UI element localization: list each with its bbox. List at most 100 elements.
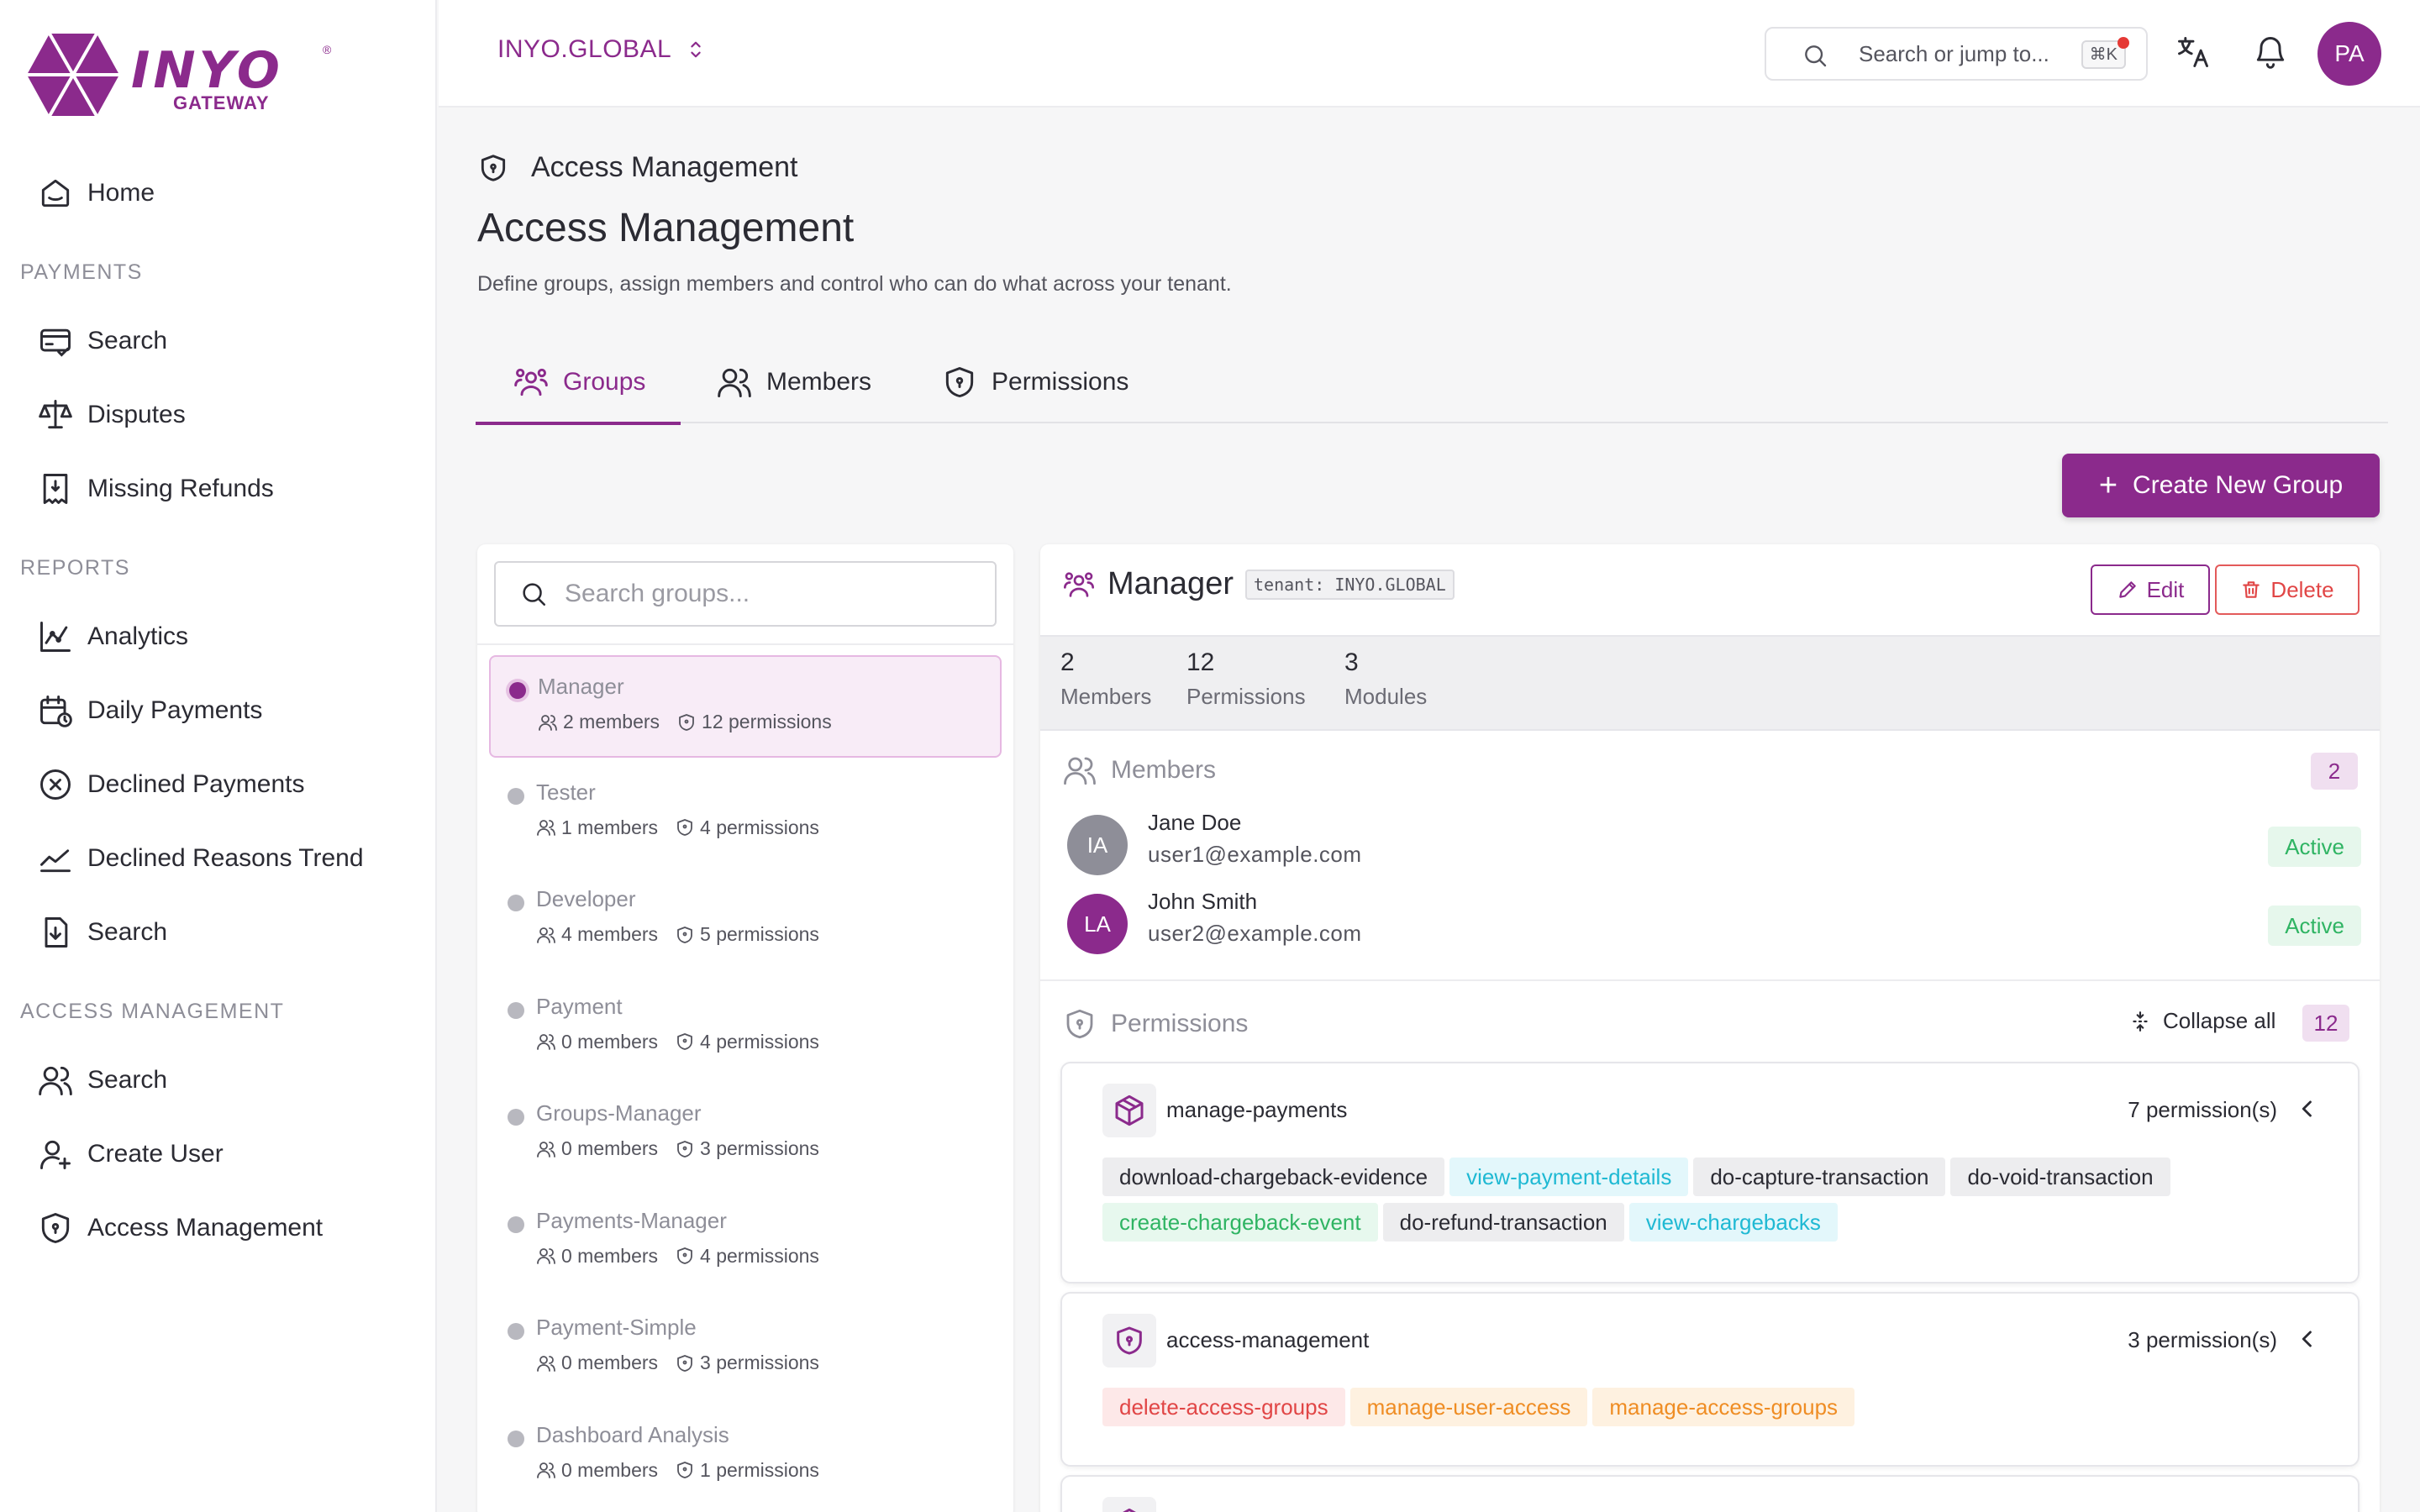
group-permission-count: 4 permissions [700, 1030, 819, 1053]
cube-icon [1115, 1095, 1144, 1126]
tab-label: Permissions [992, 368, 1129, 396]
group-permission-count: 12 permissions [702, 711, 832, 732]
sidebar-item-declined-payments[interactable]: Declined Payments [37, 759, 304, 810]
module-icon-box [1102, 1084, 1156, 1137]
member-email: user2@example.com [1148, 921, 1362, 946]
sidebar-item-label: Declined Reasons Trend [87, 844, 364, 872]
group-list-item[interactable]: Payments-Manager 0 members 4 permissions [489, 1191, 1002, 1294]
shield-icon [481, 154, 506, 181]
breadcrumb-label: Access Management [531, 151, 798, 183]
active-tab-indicator [476, 422, 681, 425]
sidebar: INYO ® GATEWAY Home PAYMENTS Search Disp… [0, 0, 437, 1512]
group-list-item[interactable]: Groups-Manager 0 members 3 permissions [489, 1084, 1002, 1186]
collapse-icon [2133, 1011, 2148, 1032]
nav-section-access-management: ACCESS MANAGEMENT [20, 1000, 285, 1023]
sidebar-item-access-management[interactable]: Access Management [37, 1203, 323, 1253]
edit-button[interactable]: Edit [2091, 564, 2210, 615]
permission-chip-list: delete-access-groups manage-user-access ma… [1102, 1388, 2321, 1426]
chevron-left-icon[interactable] [2296, 1097, 2319, 1121]
section-title: Permissions [1111, 1010, 1249, 1037]
button-label: Delete [2270, 576, 2334, 602]
card-search-icon [40, 328, 71, 357]
group-list-item[interactable]: Dashboard Analysis 0 members 1 permissions [489, 1405, 1002, 1508]
group-permission-count: 5 permissions [700, 923, 819, 945]
sidebar-item-missing-refunds[interactable]: Missing Refunds [37, 464, 274, 514]
brand-logo[interactable]: INYO ® GATEWAY [27, 32, 333, 118]
collapse-all-button[interactable]: Collapse all [2129, 1008, 2275, 1034]
create-new-group-button[interactable]: + Create New Group [2062, 454, 2380, 517]
sidebar-item-reports-search[interactable]: Search [37, 907, 167, 958]
users-icon [537, 1355, 555, 1372]
users-group-icon [1064, 571, 1094, 597]
groups-search-input[interactable]: Search groups... [494, 561, 997, 627]
group-list-item[interactable]: Payment 0 members 4 permissions [489, 977, 1002, 1079]
member-avatar: LA [1067, 894, 1128, 954]
stat-value: 12 [1186, 648, 1215, 676]
bell-icon[interactable] [2252, 34, 2289, 71]
group-list-item[interactable]: Payment-Simple 0 members 3 permissions [489, 1298, 1002, 1400]
delete-button[interactable]: Delete [2215, 564, 2360, 615]
sidebar-item-create-user[interactable]: Create User [37, 1129, 224, 1179]
search-icon [1805, 45, 1827, 67]
tenant-switcher[interactable]: INYO.GLOBAL [497, 35, 705, 64]
module-icon-box [1102, 1497, 1156, 1512]
notification-dot [2118, 37, 2129, 49]
translate-icon[interactable] [2175, 34, 2212, 71]
plus-icon: + [2098, 468, 2118, 503]
sidebar-item-daily-payments[interactable]: Daily Payments [37, 685, 262, 736]
group-meta: 4 members 5 permissions [536, 923, 819, 946]
group-list-item[interactable]: Developer 4 members 5 permissions [489, 869, 1002, 972]
pencil-icon [2118, 581, 2136, 598]
sidebar-item-disputes[interactable]: Disputes [37, 390, 186, 440]
group-meta: 0 members 1 permissions [536, 1459, 819, 1482]
group-name: Dashboard Analysis [536, 1421, 729, 1447]
sidebar-item-analytics[interactable]: Analytics [37, 612, 188, 662]
calendar-clock-icon [40, 696, 72, 727]
trash-icon [2243, 581, 2260, 598]
group-list-item[interactable]: Manager 2 members 12 permissions [489, 655, 1002, 758]
stat-permissions: 12 Permissions [1186, 648, 1306, 710]
tab-groups[interactable]: Groups [513, 341, 645, 423]
user-avatar[interactable]: PA [2317, 22, 2381, 86]
users-icon [537, 927, 555, 943]
stat-value: 3 [1344, 648, 1359, 676]
tab-members[interactable]: Members [716, 341, 871, 423]
shield-icon [679, 713, 694, 731]
sidebar-item-label: Missing Refunds [87, 475, 274, 502]
shortcut-text: ⌘K [2089, 45, 2118, 64]
global-search[interactable]: Search or jump to... ⌘K [1765, 27, 2148, 81]
tenant-name: INYO.GLOBAL [497, 35, 672, 63]
member-email: user1@example.com [1148, 842, 1362, 867]
status-dot [508, 895, 524, 911]
receipt-icon [43, 474, 68, 504]
shield-icon [677, 926, 692, 943]
brand-name: INYO [131, 41, 283, 100]
group-name: Tester [536, 779, 596, 805]
member-row[interactable]: IA Jane Doe user1@example.com Active [1067, 810, 2361, 877]
member-avatar: IA [1067, 815, 1128, 875]
sidebar-item-home[interactable]: Home [37, 168, 155, 218]
file-download-icon [45, 917, 68, 948]
member-row[interactable]: LA John Smith user2@example.com Active [1067, 889, 2361, 956]
status-badge: Active [2268, 906, 2361, 946]
page-title: Access Management [477, 206, 855, 250]
module-permission-count: 7 permission(s) [2128, 1097, 2277, 1122]
divider [477, 643, 1013, 645]
chevron-left-icon[interactable] [2296, 1327, 2319, 1351]
group-name: Developer [536, 886, 636, 911]
module-permission-count: 3 permission(s) [2128, 1327, 2277, 1352]
group-list-item[interactable]: Tester 1 members 4 permissions [489, 763, 1002, 865]
tab-permissions[interactable]: Permissions [941, 341, 1128, 423]
sidebar-item-access-search[interactable]: Search [37, 1055, 167, 1105]
members-count-badge: 2 [2311, 753, 2358, 790]
group-member-count: 0 members [561, 1030, 659, 1053]
button-label: Create New Group [2133, 471, 2344, 499]
shield-icon [945, 367, 974, 397]
shield-icon [677, 1354, 692, 1372]
sidebar-item-payments-search[interactable]: Search [37, 316, 167, 366]
permission-module-card: access-management 3 permission(s) delete… [1060, 1292, 2360, 1467]
group-member-count: 0 members [561, 1352, 659, 1373]
sidebar-item-declined-reasons-trend[interactable]: Declined Reasons Trend [37, 833, 364, 884]
shield-icon [677, 1462, 692, 1478]
permission-chip: view-chargebacks [1628, 1203, 1838, 1242]
